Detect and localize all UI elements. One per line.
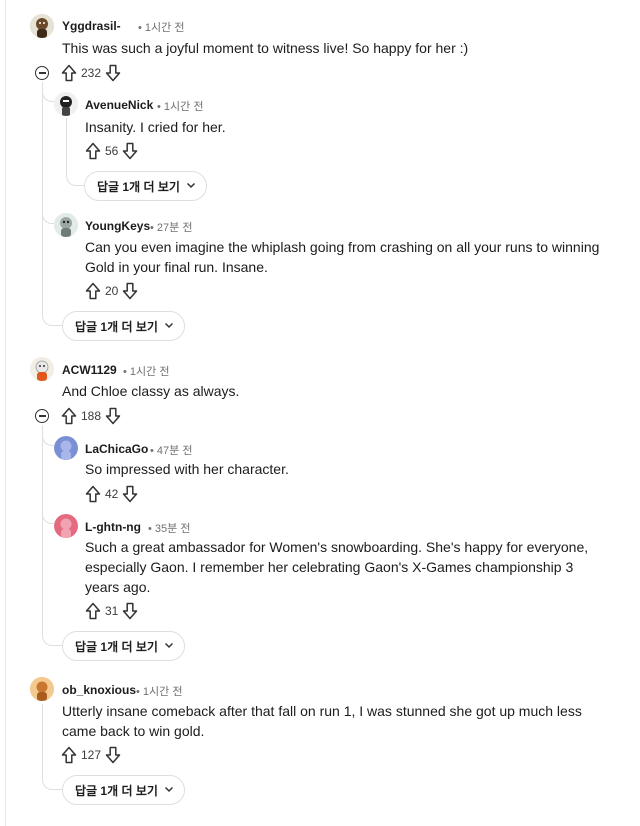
more-replies-label: 답글 1개 더 보기 [75, 639, 158, 654]
comment-username[interactable]: ob_knoxious [62, 683, 136, 697]
downvote-icon[interactable] [122, 282, 138, 300]
more-replies-label: 답글 1개 더 보기 [75, 783, 158, 798]
thread-line [42, 82, 43, 312]
upvote-icon[interactable] [85, 485, 101, 503]
reply-time: 1시간 전 [163, 101, 204, 113]
reply-time: 47분 전 [156, 445, 193, 457]
vote-count: 232 [81, 66, 102, 80]
thread-elbow [42, 432, 54, 446]
reply-time: 35분 전 [154, 523, 191, 535]
separator-dot: • [136, 686, 140, 698]
comment-time: 1시간 전 [142, 686, 183, 698]
comment-time: 1시간 전 [129, 366, 170, 378]
upvote-icon[interactable] [85, 142, 101, 160]
more-replies-button[interactable]: 답글 1개 더 보기 [62, 311, 185, 341]
vote-bar: 31 [85, 601, 138, 621]
comment-username[interactable]: ACW1129 [62, 363, 117, 377]
avatar[interactable] [30, 677, 54, 701]
reply-text: Insanity. I cried for her. [85, 119, 226, 135]
vote-bar: 127 [61, 745, 121, 765]
thread-elbow [42, 300, 62, 326]
collapse-thread-button[interactable] [35, 409, 49, 423]
upvote-icon[interactable] [85, 602, 101, 620]
chevron-down-icon [158, 319, 174, 333]
vote-count: 188 [81, 409, 102, 423]
thread-elbow [42, 210, 54, 224]
chevron-down-icon [180, 179, 196, 193]
avatar[interactable] [54, 436, 78, 460]
reply-username[interactable]: LaChicaGo [85, 442, 148, 456]
page-edge [5, 0, 6, 826]
comment-text: And Chloe classy as always. [62, 383, 240, 399]
downvote-icon[interactable] [122, 485, 138, 503]
separator-dot: • [148, 523, 152, 535]
thread-elbow [42, 620, 62, 646]
separator-dot: • [150, 445, 154, 457]
vote-bar: 20 [85, 281, 138, 301]
avatar[interactable] [54, 92, 78, 116]
separator-dot: • [138, 22, 142, 34]
vote-bar: 188 [61, 406, 121, 426]
upvote-icon[interactable] [61, 746, 77, 764]
avatar[interactable] [30, 14, 54, 38]
chevron-down-icon [158, 639, 174, 653]
comment-timestamp: • 1시간 전 [138, 19, 184, 35]
vote-count: 42 [105, 487, 119, 501]
reply-text: So impressed with her character. [85, 461, 289, 477]
separator-dot: • [157, 101, 161, 113]
vote-count: 20 [105, 284, 119, 298]
avatar[interactable] [54, 213, 78, 237]
thread-elbow [66, 170, 84, 186]
thread-line [42, 704, 43, 766]
reply-username[interactable]: YoungKeys [85, 219, 150, 233]
more-replies-label: 답글 1개 더 보기 [97, 179, 180, 194]
more-replies-button[interactable]: 답글 1개 더 보기 [62, 775, 185, 805]
reply-timestamp: • 27분 전 [150, 219, 192, 235]
upvote-icon[interactable] [85, 282, 101, 300]
thread-elbow [42, 510, 54, 524]
comment-text: Utterly insane comeback after that fall … [62, 703, 582, 739]
comment-time: 1시간 전 [144, 22, 185, 34]
downvote-icon[interactable] [105, 64, 121, 82]
collapse-thread-button[interactable] [35, 66, 49, 80]
downvote-icon[interactable] [105, 746, 121, 764]
avatar[interactable] [30, 357, 54, 381]
vote-bar: 232 [61, 63, 121, 83]
separator-dot: • [123, 366, 127, 378]
reply-username[interactable]: L-ghtn-ng [85, 520, 141, 534]
vote-count: 56 [105, 144, 119, 158]
downvote-icon[interactable] [105, 407, 121, 425]
reply-timestamp: • 47분 전 [150, 442, 192, 458]
upvote-icon[interactable] [61, 64, 77, 82]
thread-line [66, 118, 67, 172]
avatar[interactable] [54, 514, 78, 538]
comment-username[interactable]: Yggdrasil- [62, 19, 121, 33]
comment-text: This was such a joyful moment to witness… [62, 40, 469, 56]
comment-timestamp: • 1시간 전 [136, 683, 182, 699]
reply-timestamp: • 35분 전 [148, 520, 190, 536]
chevron-down-icon [158, 783, 174, 797]
more-replies-button[interactable]: 답글 1개 더 보기 [62, 631, 185, 661]
more-replies-button[interactable]: 답글 1개 더 보기 [84, 171, 207, 201]
more-replies-label: 답글 1개 더 보기 [75, 319, 158, 334]
comment-timestamp: • 1시간 전 [123, 363, 169, 379]
vote-count: 31 [105, 604, 119, 618]
reply-username[interactable]: AvenueNick [85, 98, 153, 112]
separator-dot: • [150, 222, 154, 234]
vote-count: 127 [81, 748, 102, 762]
thread-line [42, 425, 43, 631]
vote-bar: 42 [85, 484, 138, 504]
reply-timestamp: • 1시간 전 [157, 98, 203, 114]
downvote-icon[interactable] [122, 602, 138, 620]
reply-text: Such a great ambassador for Women's snow… [85, 539, 589, 595]
thread-elbow [42, 88, 54, 102]
vote-bar: 56 [85, 141, 138, 161]
thread-elbow [42, 764, 62, 790]
reply-text: Can you even imagine the whiplash going … [85, 239, 600, 275]
reply-time: 27분 전 [156, 222, 193, 234]
downvote-icon[interactable] [122, 142, 138, 160]
upvote-icon[interactable] [61, 407, 77, 425]
